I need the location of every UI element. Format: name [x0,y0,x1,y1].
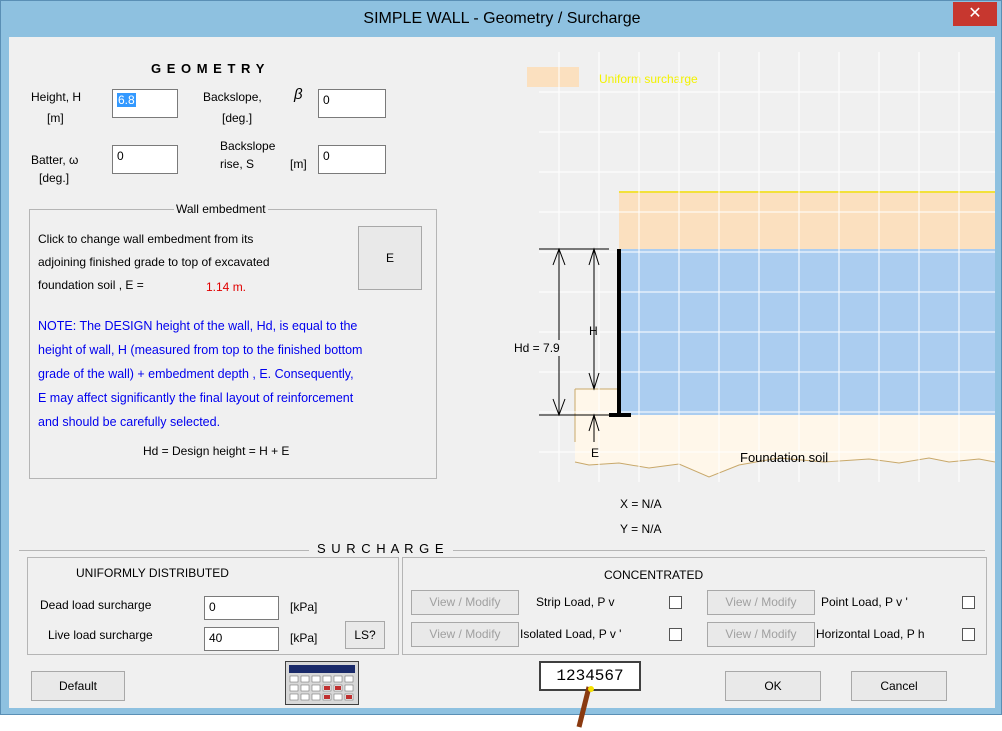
point-load-view-button[interactable]: View / Modify [707,590,815,615]
window-title: SIMPLE WALL - Geometry / Surcharge [363,10,641,27]
dead-load-input[interactable]: 0 [204,596,279,620]
beta-symbol: β [294,86,303,103]
embedment-line-3: foundation soil , E = [38,278,144,292]
dead-load-label: Dead load surcharge [40,598,152,612]
cancel-button[interactable]: Cancel [851,671,947,701]
isolated-load-label: Isolated Load, P v ' [520,627,622,641]
embedment-value: 1.14 m. [206,280,247,294]
batter-input[interactable]: 0 [112,145,178,174]
concentrated-surcharge-group: CONCENTRATED View / Modify Strip Load, P… [402,557,987,655]
hd-label: Hd = 7.9 [514,341,560,355]
note-line-1: NOTE: The DESIGN height of the wall, Hd,… [38,319,358,333]
note-line-4: E may affect significantly the final lay… [38,391,354,405]
backslope-label: Backslope, [203,90,262,104]
point-load-label: Point Load, P v ' [821,595,908,609]
dead-load-unit: [kPa] [290,600,318,614]
rise-input[interactable]: 0 [318,145,386,174]
calculator-icon[interactable] [285,661,359,705]
strip-load-checkbox[interactable] [669,596,682,609]
note-line-3: grade of the wall) + embedment depth , E… [38,367,354,381]
toe-embedment-block [575,389,619,415]
batter-unit: [deg.] [39,171,70,185]
isolated-load-checkbox[interactable] [669,628,682,641]
uniform-title: UNIFORMLY DISTRIBUTED [76,566,229,580]
live-load-input[interactable]: 40 [204,627,279,651]
live-load-unit: [kPa] [290,631,318,645]
rise-unit: [m] [290,157,307,171]
x-readout: X = N/A [620,497,662,511]
surcharge-rule [19,550,985,551]
wall-embedment-group: Wall embedment Click to change wall embe… [29,202,437,479]
embedment-line-1: Click to change wall embedment from its [38,232,254,246]
h-dimension [588,247,600,391]
legend-label: Uniform surcharge [599,72,698,86]
wall-embedment-title: Wall embedment [174,202,268,216]
foundation-soil-label: Foundation soil [740,450,828,465]
concentrated-title: CONCENTRATED [604,568,704,582]
point-load-checkbox[interactable] [962,596,975,609]
height-unit: [m] [47,111,64,125]
legend-swatch [527,67,579,87]
e-label: E [591,446,599,460]
isolated-load-view-button[interactable]: View / Modify [411,622,519,647]
embedment-line-2: adjoining finished grade to top of excav… [38,255,270,269]
height-label: Height, H [31,90,82,104]
y-readout: Y = N/A [620,522,662,536]
ls-button[interactable]: LS? [345,621,385,649]
wall-diagram[interactable]: Uniform surcharge Hd = 7.9 H E Foundatio… [479,52,995,502]
note-line-5: and should be carefully selected. [38,415,221,429]
height-input[interactable]: 6.8 [112,89,178,118]
pen-icon [576,686,594,728]
horizontal-load-label: Horizontal Load, P h [816,627,925,641]
rise-label-1: Backslope [220,139,276,153]
design-height-formula: Hd = Design height = H + E [143,444,290,458]
default-button[interactable]: Default [31,671,125,701]
horizontal-load-checkbox[interactable] [962,628,975,641]
close-button[interactable]: ✕ [953,2,997,26]
backslope-input[interactable]: 0 [318,89,386,118]
rise-label-2: rise, S [220,157,255,171]
foundation-soil-zone [575,415,995,477]
strip-load-view-button[interactable]: View / Modify [411,590,519,615]
surcharge-heading: S U R C H A R G E [309,541,453,556]
embedment-button[interactable]: E [358,226,422,290]
batter-label: Batter, ω [31,153,79,167]
title-bar[interactable]: SIMPLE WALL - Geometry / Surcharge ✕ [1,1,1002,37]
h-label: H [589,324,598,338]
geometry-heading: G E O M E T R Y [151,61,266,76]
backslope-unit: [deg.] [222,111,253,125]
dialog-window: SIMPLE WALL - Geometry / Surcharge ✕ G E… [0,0,1002,728]
surcharge-band [619,192,995,249]
height-value: 6.8 [117,93,136,107]
live-load-label: Live load surcharge [48,628,153,642]
ok-button[interactable]: OK [725,671,821,701]
note-line-2: height of wall, H (measured from top to … [38,343,363,357]
uniform-surcharge-group: UNIFORMLY DISTRIBUTED Dead load surcharg… [27,557,399,655]
horizontal-load-view-button[interactable]: View / Modify [707,622,815,647]
client-area: G E O M E T R Y Height, H [m] 6.8 Batter… [9,37,995,728]
strip-load-label: Strip Load, P v [536,595,615,609]
